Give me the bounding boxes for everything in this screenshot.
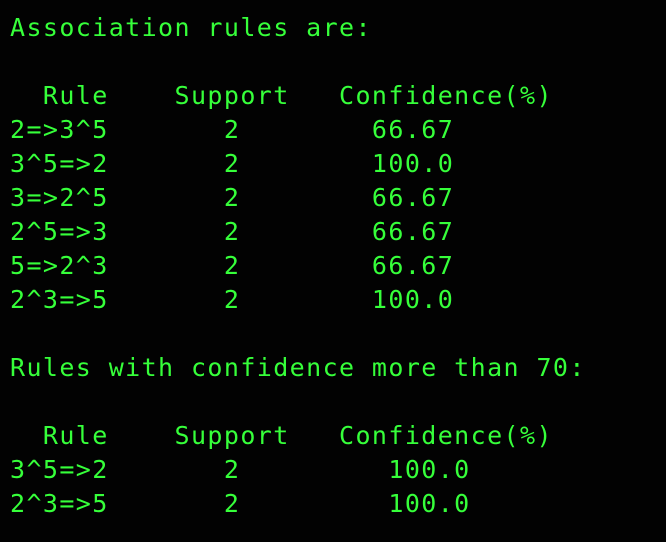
rule-row: 3^5=>2 2 100.0 xyxy=(10,149,455,178)
rule-row: 2^5=>3 2 66.67 xyxy=(10,217,455,246)
heading-filtered-rules: Rules with confidence more than 70: xyxy=(10,353,586,382)
filtered-rule-row: 2^3=>5 2 100.0 xyxy=(10,489,471,518)
table-header-all-rules: Rule Support Confidence(%) xyxy=(10,81,553,110)
rule-row: 2=>3^5 2 66.67 xyxy=(10,115,455,144)
table-header-filtered-rules: Rule Support Confidence(%) xyxy=(10,421,553,450)
terminal-window[interactable]: Association rules are: Rule Support Conf… xyxy=(0,0,666,542)
rule-row: 2^3=>5 2 100.0 xyxy=(10,285,455,314)
rule-row: 3=>2^5 2 66.67 xyxy=(10,183,455,212)
filtered-rule-row: 3^5=>2 2 100.0 xyxy=(10,455,471,484)
rule-row: 5=>2^3 2 66.67 xyxy=(10,251,455,280)
heading-association-rules: Association rules are: xyxy=(10,13,372,42)
